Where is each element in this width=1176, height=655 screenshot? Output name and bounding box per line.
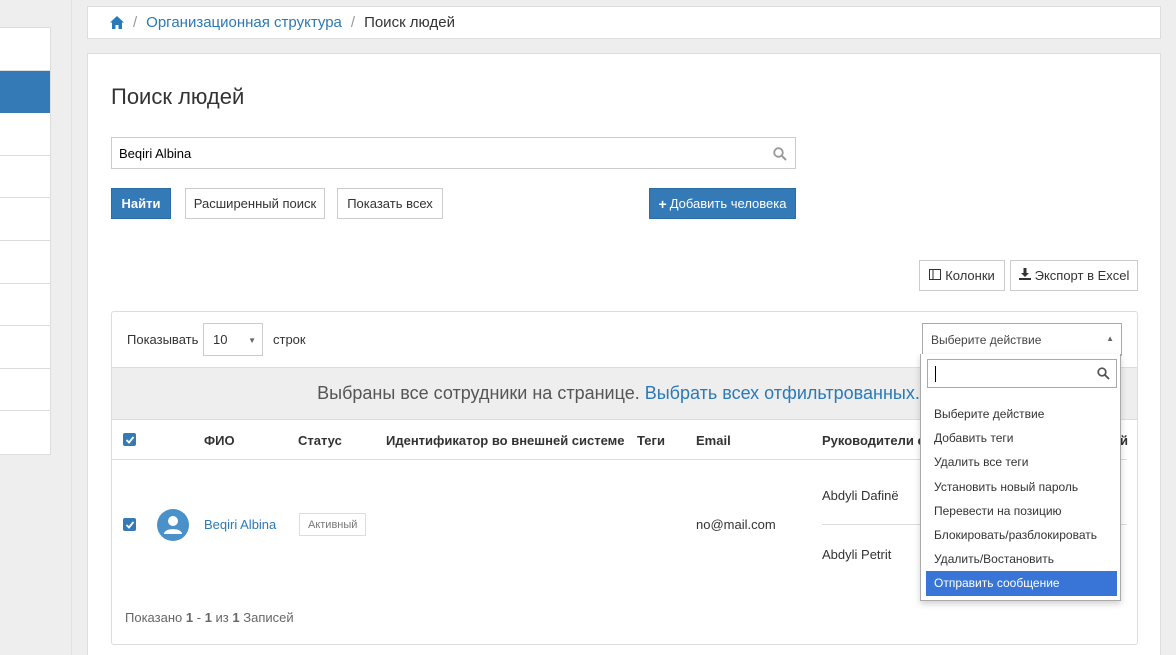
pagination-dash: - [196, 610, 202, 625]
status-badge: Активный [299, 513, 367, 536]
breadcrumb-current: Поиск людей [364, 14, 455, 31]
header-last-partial[interactable]: й [1120, 433, 1128, 448]
sidebar-gutter [51, 0, 71, 655]
sidebar-item-10[interactable] [0, 411, 50, 454]
pagination-total: 1 [232, 610, 240, 625]
dropdown-options: Выберите действие Добавить теги Удалить вс… [926, 402, 1117, 596]
dropdown-option[interactable]: Добавить теги [926, 426, 1117, 450]
sidebar-item-8[interactable] [0, 326, 50, 369]
dropdown-option[interactable]: Блокировать/разблокировать [926, 523, 1117, 547]
sidebar-item-3[interactable] [0, 113, 50, 156]
export-label: Экспорт в Excel [1034, 268, 1130, 283]
header-email[interactable]: Email [696, 433, 731, 448]
caret-up-icon: ▲ [1106, 334, 1114, 343]
select-all-checkbox[interactable] [123, 433, 136, 446]
sidebar-item-1[interactable] [0, 28, 50, 71]
text-cursor [935, 366, 936, 382]
header-external-id[interactable]: Идентификатор во внешней системе [386, 433, 625, 448]
search-icon[interactable] [773, 147, 787, 161]
show-all-button[interactable]: Показать всех [337, 188, 443, 219]
sidebar-item-5[interactable] [0, 198, 50, 241]
sidebar-item-6[interactable] [0, 241, 50, 284]
show-rows-label: Показывать [127, 332, 199, 347]
breadcrumb-separator: / [350, 14, 356, 31]
row-manager-1: Abdyli Dafinë [822, 488, 899, 503]
dropdown-search-field[interactable] [927, 359, 1117, 388]
pagination-info: Показано 1 - 1 из 1 Записей [125, 610, 294, 625]
dropdown-option[interactable]: Перевести на позицию [926, 499, 1117, 523]
pagination-from: 1 [185, 610, 194, 625]
plus-icon: + [658, 195, 667, 212]
columns-icon [929, 268, 942, 283]
row-checkbox[interactable] [123, 518, 136, 531]
selection-banner-text: Выбраны все сотрудники на странице. [317, 383, 640, 403]
columns-label: Колонки [945, 268, 995, 283]
dropdown-option[interactable]: Выберите действие [926, 402, 1117, 426]
export-excel-button[interactable]: Экспорт в Excel [1010, 260, 1138, 291]
dropdown-option[interactable]: Удалить все теги [926, 450, 1117, 474]
row-name-link[interactable]: Beqiri Albina [204, 517, 276, 532]
search-icon [1097, 367, 1110, 380]
sidebar-item-2-active[interactable] [0, 70, 50, 114]
header-name[interactable]: ФИО [204, 433, 235, 448]
sidebar-item-7[interactable] [0, 284, 50, 327]
columns-button[interactable]: Колонки [919, 260, 1005, 291]
pagination-to: 1 [204, 610, 212, 625]
home-icon[interactable] [110, 16, 124, 29]
caret-down-icon: ▼ [248, 336, 256, 345]
add-person-button[interactable]: + Добавить человека [649, 188, 796, 219]
row-email: no@mail.com [696, 517, 776, 532]
breadcrumb-org-structure[interactable]: Организационная структура [146, 14, 342, 31]
dropdown-option[interactable]: Установить новый пароль [926, 475, 1117, 499]
sidebar-item-4[interactable] [0, 156, 50, 199]
user-avatar-icon[interactable] [157, 509, 189, 541]
bulk-action-value: Выберите действие [931, 333, 1042, 347]
rows-per-page-select[interactable]: 10 ▼ [203, 323, 263, 356]
row-manager-2: Abdyli Petrit [822, 547, 892, 562]
find-button[interactable]: Найти [111, 188, 171, 219]
pagination-of: из [215, 610, 229, 625]
sidebar [0, 27, 51, 455]
pagination-prefix: Показано [125, 610, 183, 625]
bulk-action-dropdown: Выберите действие Добавить теги Удалить вс… [920, 354, 1121, 601]
search-box [111, 137, 796, 169]
page-title: Поиск людей [111, 84, 245, 109]
select-all-filtered-link[interactable]: Выбрать всех отфильтрованных. [645, 383, 920, 404]
header-managers[interactable]: Руководители с [822, 433, 925, 448]
rows-suffix-label: строк [273, 332, 306, 347]
advanced-search-button[interactable]: Расширенный поиск [185, 188, 325, 219]
sidebar-item-9[interactable] [0, 369, 50, 412]
download-icon [1018, 268, 1031, 283]
dropdown-option[interactable]: Отправить сообщение [926, 571, 1117, 596]
rows-per-page-value: 10 [213, 332, 228, 347]
bulk-action-select[interactable]: Выберите действие ▲ [922, 323, 1122, 356]
dropdown-option[interactable]: Удалить/Востановить [926, 547, 1117, 571]
header-tags[interactable]: Теги [637, 433, 665, 448]
add-person-label: Добавить человека [669, 196, 787, 211]
search-input[interactable] [112, 138, 752, 168]
pagination-suffix: Записей [243, 610, 294, 625]
sidebar-divider [71, 0, 72, 655]
breadcrumb: / Организационная структура / Поиск люде… [87, 6, 1161, 39]
breadcrumb-separator: / [133, 14, 138, 31]
header-status[interactable]: Статус [298, 433, 342, 448]
